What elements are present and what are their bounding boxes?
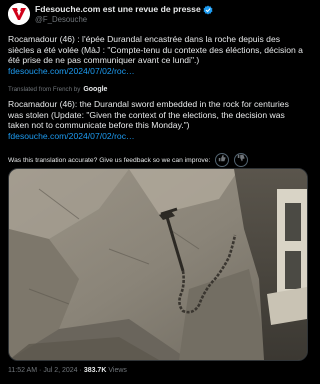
author-name[interactable]: Fdesouche.com est une revue de presse: [35, 4, 201, 15]
avatar[interactable]: [8, 3, 30, 25]
thumbs-up-icon[interactable]: [215, 153, 230, 167]
views-label: Views: [108, 367, 127, 374]
translated-link[interactable]: fdesouche.com/2024/07/02/roc…: [8, 131, 306, 142]
meta-separator: ·: [39, 367, 42, 374]
tweet-translated-text: Rocamadour (46): the Durandal sword embe…: [8, 99, 289, 131]
tweet-original-text-block: Rocamadour (46) : l'épée Durandal encast…: [8, 34, 306, 76]
views-count[interactable]: 383.7K: [84, 367, 107, 374]
translator-name[interactable]: Google: [83, 86, 107, 93]
red-logo-avatar-icon: [8, 3, 30, 25]
translation-attribution: Translated from French by Google: [8, 86, 107, 93]
tweet-meta: 11:52 AM · Jul 2, 2024 · 383.7K Views: [8, 367, 127, 374]
tweet-time[interactable]: 11:52 AM: [8, 367, 37, 374]
original-link[interactable]: fdesouche.com/2024/07/02/roc…: [8, 66, 306, 77]
tweet-original-text: Rocamadour (46) : l'épée Durandal encast…: [8, 34, 303, 66]
tweet-date[interactable]: Jul 2, 2024: [43, 367, 77, 374]
tweet: Fdesouche.com est une revue de presse @F…: [0, 0, 314, 384]
tweet-photo[interactable]: [8, 168, 308, 361]
tweet-header: Fdesouche.com est une revue de presse @F…: [8, 3, 306, 29]
author-block: Fdesouche.com est une revue de presse @F…: [35, 4, 213, 25]
photo-sword-in-rock: [9, 169, 307, 360]
thumbs-down-icon[interactable]: [234, 153, 249, 167]
feedback-prompt: Was this translation accurate? Give us f…: [8, 156, 211, 164]
author-handle[interactable]: @F_Desouche: [35, 15, 213, 25]
tweet-translated-text-block: Rocamadour (46): the Durandal sword embe…: [8, 99, 306, 141]
verified-badge-icon: [203, 5, 213, 14]
translation-feedback: Was this translation accurate? Give us f…: [8, 153, 249, 167]
translated-by-label: Translated from French by: [8, 86, 81, 93]
meta-separator-2: ·: [79, 367, 82, 374]
